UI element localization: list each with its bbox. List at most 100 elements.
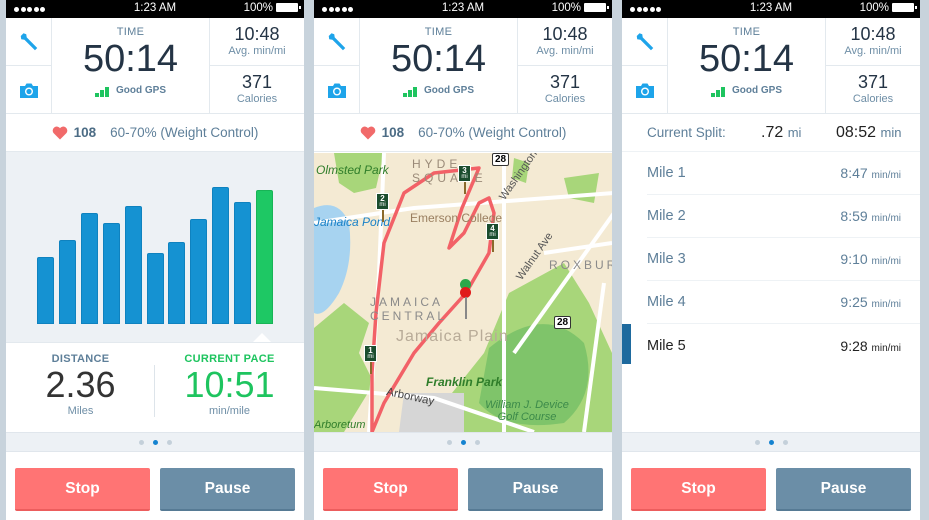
battery-percent: 100% — [859, 2, 889, 14]
mile-marker-2[interactable]: 2 mi — [376, 193, 389, 222]
map-label: Arboretum — [314, 419, 366, 431]
chart-bar-7[interactable] — [168, 242, 186, 324]
current-pace-value: 10:51 — [184, 364, 275, 405]
pause-button[interactable]: Pause — [776, 468, 911, 511]
map-label: JAMAICA CENTRAL — [370, 295, 448, 323]
stop-button[interactable]: Stop — [323, 468, 458, 511]
split-pace: 9:28 min/mi — [840, 337, 901, 354]
settings-button[interactable] — [622, 18, 668, 66]
mile-marker-4[interactable]: 4 mi — [486, 223, 499, 252]
time-label: TIME — [116, 26, 145, 38]
signal-bars-icon — [711, 86, 726, 97]
calories-unit: Calories — [544, 93, 586, 105]
mile-marker-post — [381, 210, 384, 222]
chart-bar-3[interactable] — [80, 213, 98, 324]
mile-marker-1[interactable]: 1 mi — [364, 345, 377, 374]
page-dot-2[interactable] — [152, 439, 158, 445]
camera-icon — [19, 83, 38, 98]
heart-rate-row: 108 60-70% (Weight Control) — [6, 114, 304, 152]
pin-stem — [465, 297, 467, 319]
chart-bar-6[interactable] — [146, 253, 164, 324]
calories-unit: Calories — [852, 93, 894, 105]
splits-list: Mile 1 8:47 min/mi Mile 2 8:59 min/mi Mile 3… — [622, 152, 920, 367]
park-area — [564, 173, 599, 203]
battery-indicator: 100% — [243, 2, 301, 14]
chart-bar-5[interactable] — [124, 206, 142, 324]
pause-button[interactable]: Pause — [160, 468, 295, 511]
chart-bar-2[interactable] — [58, 240, 76, 324]
page-dot-2[interactable] — [460, 439, 466, 445]
signal-bars-icon — [403, 86, 418, 97]
mile-marker-sign: 2 mi — [376, 193, 389, 210]
heart-rate-row: 108 60-70% (Weight Control) — [314, 114, 612, 152]
page-indicator[interactable] — [314, 432, 612, 452]
gps-status: Good GPS — [52, 85, 209, 97]
settings-button[interactable] — [314, 18, 360, 66]
elapsed-time-panel: TIME 50:14 Good GPS — [668, 18, 826, 114]
mile-marker-3[interactable]: 3 mi — [458, 165, 471, 194]
current-split-label: Current Split: — [647, 125, 726, 140]
mile-marker-sign: 3 mi — [458, 165, 471, 182]
split-row[interactable]: Mile 4 9:25 min/mi — [647, 281, 920, 324]
page-dot-2[interactable] — [768, 439, 774, 445]
map-label: Franklin Park — [426, 375, 503, 389]
distance-value: 2.36 — [45, 364, 116, 405]
stop-button[interactable]: Stop — [631, 468, 766, 511]
mile-marker-sign: 1 mi — [364, 345, 377, 362]
chart-bar-10[interactable] — [234, 202, 252, 324]
camera-button[interactable] — [6, 66, 52, 114]
split-row[interactable]: Mile 1 8:47 min/mi — [647, 152, 920, 195]
elapsed-time: 50:14 — [698, 38, 795, 80]
mile-marker-sign: 4 mi — [486, 223, 499, 240]
camera-button[interactable] — [314, 66, 360, 114]
chart-bar-1[interactable] — [37, 257, 54, 324]
route-shield: 28 — [492, 153, 510, 166]
avg-pace-unit: Avg. min/mi — [844, 45, 902, 57]
split-label: Mile 3 — [647, 251, 686, 267]
split-row[interactable]: Mile 5 9:28 min/mi — [647, 324, 920, 367]
current-pace-metric: CURRENT PACE 10:51 min/mile — [155, 343, 304, 417]
page-dot-3[interactable] — [166, 439, 172, 445]
calories-stat: 371 Calories — [826, 66, 920, 114]
distance-unit: Miles — [67, 405, 94, 417]
chart-bar-4[interactable] — [102, 223, 120, 324]
page-dot-3[interactable] — [782, 439, 788, 445]
chart-bar-11[interactable] — [256, 190, 273, 324]
battery-percent: 100% — [243, 2, 273, 14]
chart-bar-8[interactable] — [190, 219, 208, 324]
chart-bar-9[interactable] — [212, 187, 230, 324]
split-pace: 9:10 min/mi — [840, 251, 901, 267]
page-dot-1[interactable] — [754, 439, 760, 445]
elapsed-time-panel: TIME 50:14 Good GPS — [360, 18, 518, 114]
split-row[interactable]: Mile 3 9:10 min/mi — [647, 238, 920, 281]
stop-button[interactable]: Stop — [15, 468, 150, 511]
page-dot-3[interactable] — [474, 439, 480, 445]
battery-percent: 100% — [551, 2, 581, 14]
avg-pace-stat: 10:48 Avg. min/mi — [826, 18, 920, 66]
current-split-time: 08:52 min — [836, 123, 902, 141]
heart-icon — [52, 126, 67, 139]
workout-header: TIME 50:14 Good GPS 10:48 Avg. min/mi 37… — [6, 18, 304, 114]
heart-rate-zone: 60-70% (Weight Control) — [418, 125, 567, 140]
avg-pace-value: 10:48 — [234, 24, 280, 44]
page-dot-1[interactable] — [446, 439, 452, 445]
page-dot-1[interactable] — [138, 439, 144, 445]
map-label: ROXBURY — [549, 258, 612, 272]
avg-pace-stat: 10:48 Avg. min/mi — [210, 18, 304, 66]
battery-icon — [892, 3, 917, 12]
split-pace: 8:47 min/mi — [840, 165, 901, 181]
phone-screen-map: 1:23 AM 100% TIME 50:14 Good GPS 10:48 A… — [314, 0, 612, 520]
pause-button[interactable]: Pause — [468, 468, 603, 511]
gps-label: Good GPS — [116, 85, 166, 96]
route-map[interactable]: Olmsted Park HYDE SQUARE Emerson College… — [314, 153, 612, 432]
page-indicator[interactable] — [622, 432, 920, 452]
phone-screen-splits: 1:23 AM 100% TIME 50:14 Good GPS 10:48 A… — [622, 0, 920, 520]
status-bar: 1:23 AM 100% — [622, 0, 920, 18]
split-row[interactable]: Mile 2 8:59 min/mi — [647, 195, 920, 238]
avg-pace-value: 10:48 — [542, 24, 588, 44]
heart-rate-zone: 60-70% (Weight Control) — [110, 125, 259, 140]
page-indicator[interactable] — [6, 432, 304, 452]
camera-button[interactable] — [622, 66, 668, 114]
settings-button[interactable] — [6, 18, 52, 66]
elapsed-time: 50:14 — [390, 38, 487, 80]
